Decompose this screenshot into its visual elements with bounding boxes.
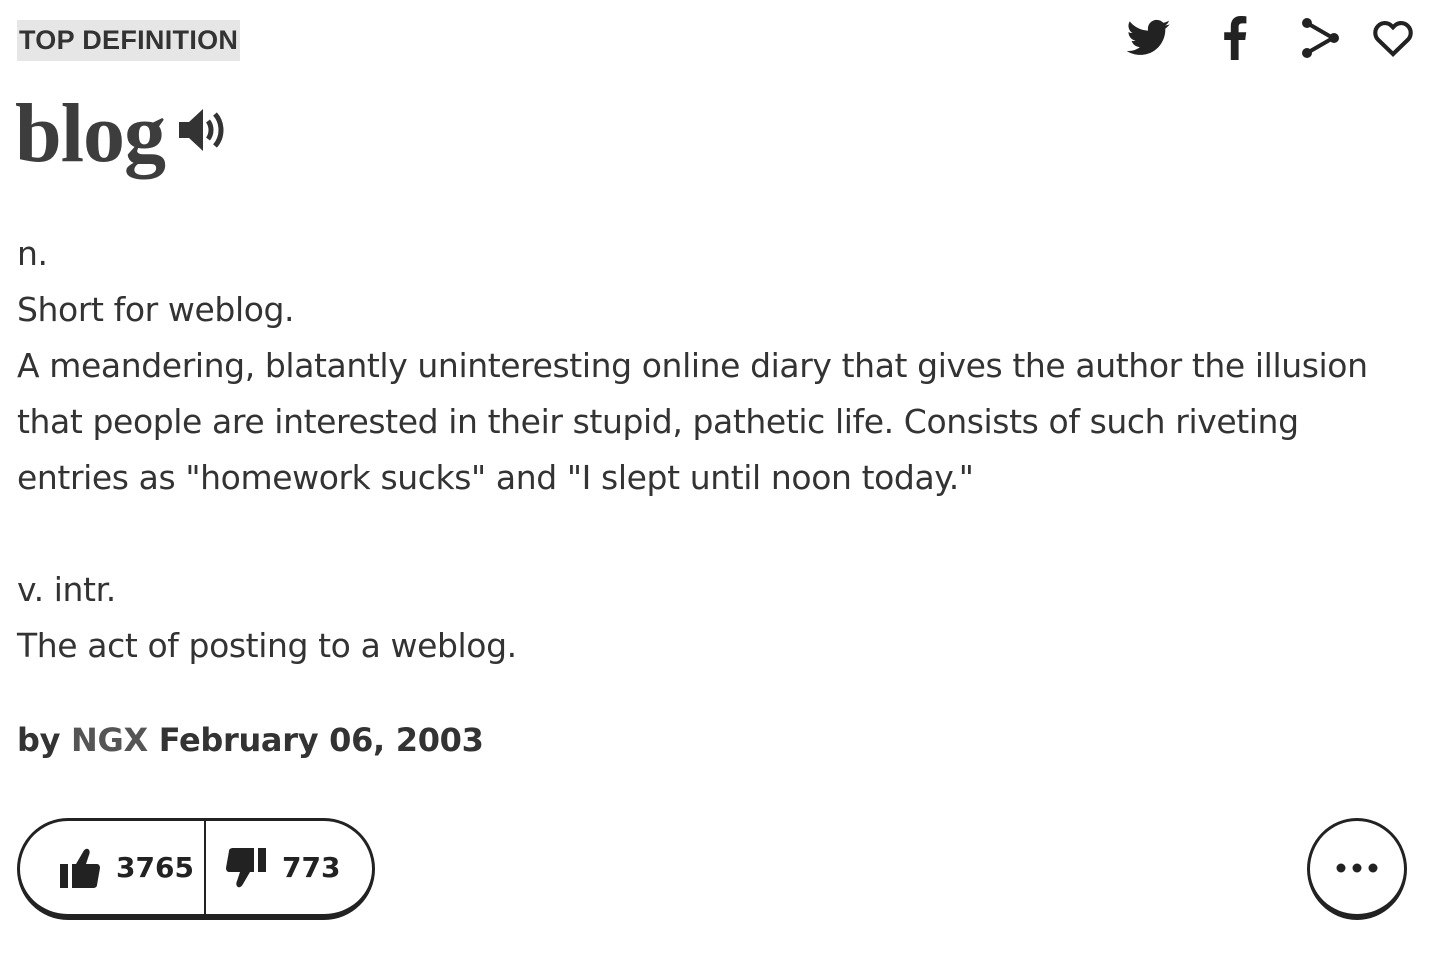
more-options-button[interactable] [1307,818,1407,920]
upvote-count: 3765 [116,851,194,884]
facebook-icon[interactable] [1192,14,1278,62]
thumbs-down-icon [226,847,266,887]
meaning-line: The act of posting to a weblog. [17,626,517,665]
meaning-line: A meandering, blatantly uninteresting on… [17,346,1368,385]
vote-group: 3765 773 [17,818,375,920]
downvote-count: 773 [282,851,341,884]
meaning-line: v. intr. [17,570,116,609]
twitter-icon[interactable] [1106,14,1192,62]
upvote-button[interactable]: 3765 [20,821,206,914]
ellipsis-icon [1336,863,1378,872]
meaning-line: entries as "homework sucks" and "I slept… [17,458,974,497]
share-icon[interactable] [1278,14,1364,62]
post-date: February 06, 2003 [158,721,484,759]
share-toolbar [1106,14,1414,62]
contributor-by: by [17,721,61,759]
meaning-line: n. [17,234,48,273]
heart-icon[interactable] [1364,14,1414,62]
meaning-gap [17,506,1417,562]
top-definition-badge: TOP DEFINITION [17,20,241,61]
word-title[interactable]: blog [15,84,166,184]
meaning-line: Short for weblog. [17,290,295,329]
meaning-line: that people are interested in their stup… [17,402,1299,441]
speaker-icon[interactable] [177,104,229,160]
downvote-button[interactable]: 773 [206,821,340,914]
definition-meaning: n. Short for weblog. A meandering, blatant… [17,226,1417,674]
contributor-line: by NGX February 06, 2003 [17,716,484,764]
author-link[interactable]: NGX [71,721,148,759]
word-header: blog [15,84,229,184]
thumbs-up-icon [60,848,100,888]
